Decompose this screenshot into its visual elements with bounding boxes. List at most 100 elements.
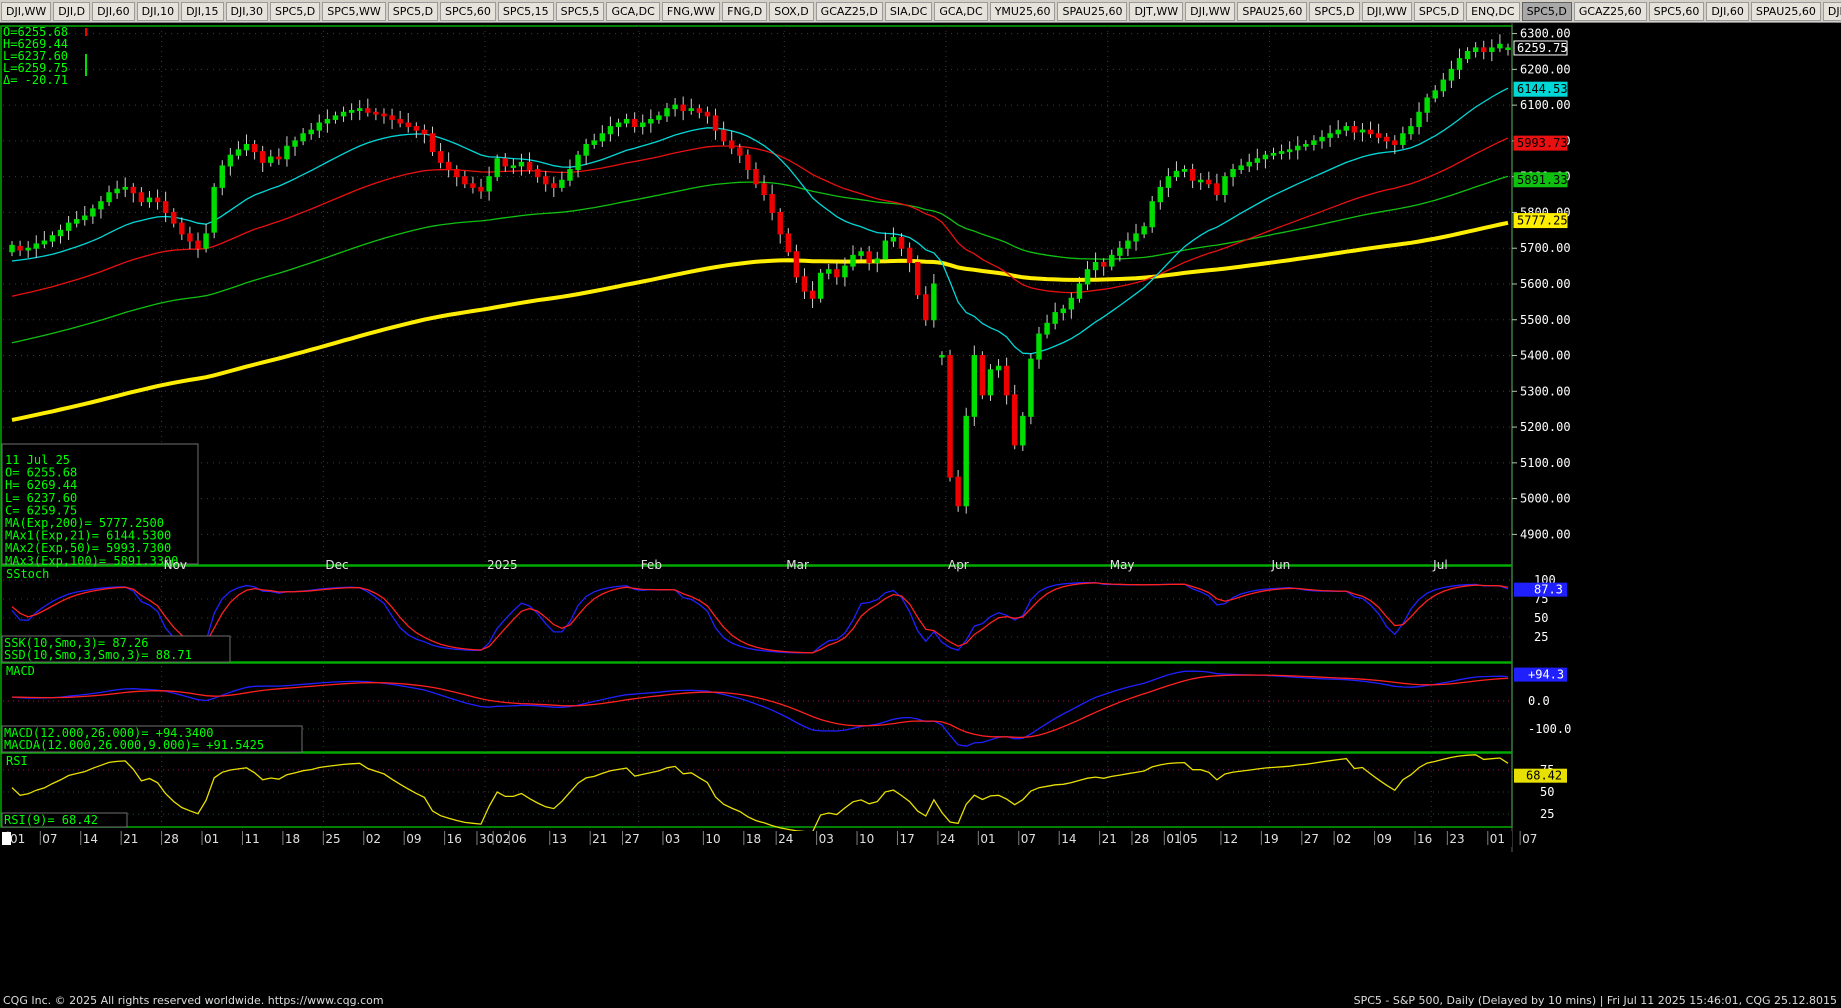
stoch-tick-label: 25 bbox=[1534, 630, 1548, 644]
candle-down bbox=[130, 186, 137, 194]
candle-down bbox=[551, 183, 557, 188]
chart-tab[interactable]: SPAU25,60 bbox=[1057, 1, 1128, 21]
candle-down bbox=[179, 222, 185, 235]
candle-up bbox=[1173, 170, 1180, 178]
chart-tab[interactable]: SPAU25,60 bbox=[1750, 1, 1821, 21]
chart-tab[interactable]: YMU25,60 bbox=[989, 1, 1056, 21]
chart-tab[interactable]: DJI,WW bbox=[1361, 1, 1412, 21]
chart-tab[interactable]: SPC5,D bbox=[1309, 1, 1360, 21]
macd-tick-label: -100.0 bbox=[1528, 722, 1571, 736]
candle-up bbox=[122, 186, 128, 190]
chart-tab[interactable]: DJI,WW bbox=[1185, 1, 1236, 21]
chart-tab[interactable]: DJI,60 bbox=[1706, 1, 1749, 21]
day-label: 14 bbox=[83, 832, 98, 846]
candle-up bbox=[1286, 149, 1293, 153]
candle-up bbox=[1295, 145, 1301, 151]
chart-tab[interactable]: DJI,10 bbox=[136, 1, 180, 21]
chart-tab[interactable]: SPC5,WW bbox=[322, 1, 386, 21]
candle-up bbox=[1036, 333, 1042, 360]
candle-up bbox=[114, 188, 120, 194]
chart-tab[interactable]: DJI,WW bbox=[1, 1, 52, 21]
chart-tab[interactable]: SPAU25,60 bbox=[1237, 1, 1308, 21]
price-tick-label: 5300.00 bbox=[1520, 384, 1571, 398]
chart-tab[interactable]: SOX,D bbox=[769, 1, 814, 21]
chart-tab[interactable]: SPC5,60 bbox=[440, 1, 496, 21]
symbol-status-text: SPC5 - S&P 500, Daily (Delayed by 10 min… bbox=[1353, 994, 1837, 1007]
candle-up bbox=[672, 104, 678, 110]
candle-down bbox=[720, 129, 727, 142]
candle-up bbox=[640, 122, 646, 128]
chart-tab[interactable]: DJI,MM bbox=[1822, 1, 1841, 21]
chart-tab[interactable]: GCA,DC bbox=[606, 1, 660, 21]
chart-tab[interactable]: DJI,60 bbox=[92, 1, 135, 21]
chart-tab[interactable]: SPC5,D bbox=[1521, 1, 1572, 21]
chart-tab[interactable]: DJI,D bbox=[53, 1, 91, 21]
candle-up bbox=[1254, 158, 1261, 163]
candle-up bbox=[235, 149, 242, 156]
price-badge-label: 5777.25 bbox=[1517, 214, 1568, 228]
candle-up bbox=[1278, 151, 1285, 154]
candle-up bbox=[518, 161, 525, 167]
candle-up bbox=[1440, 79, 1447, 92]
candle-down bbox=[1375, 133, 1382, 138]
candle-down bbox=[1189, 169, 1196, 181]
month-label: Dec bbox=[325, 558, 348, 572]
candle-up bbox=[1157, 186, 1164, 203]
candle-down bbox=[680, 104, 686, 111]
day-label: 10 bbox=[705, 832, 720, 846]
candle-down bbox=[704, 111, 711, 117]
chart-tab[interactable]: SIA,DC bbox=[884, 1, 933, 21]
chart-tab[interactable]: GCA,DC bbox=[934, 1, 988, 21]
chart-tab[interactable]: ENQ,DC bbox=[1466, 1, 1520, 21]
candle-up bbox=[82, 215, 88, 221]
price-tick-label: 5500.00 bbox=[1520, 313, 1571, 327]
candle-down bbox=[454, 169, 460, 178]
candle-up bbox=[9, 244, 15, 253]
chart-tab[interactable]: SPC5,15 bbox=[497, 1, 554, 21]
chart-tab[interactable]: SPC5,D bbox=[387, 1, 439, 21]
chart-tab[interactable]: FNG,D bbox=[722, 1, 768, 21]
chart-tab[interactable]: FNG,WW bbox=[661, 1, 721, 21]
candle-up bbox=[1125, 240, 1131, 249]
candle-down bbox=[397, 118, 403, 124]
candle-up bbox=[850, 254, 856, 267]
candle-up bbox=[1327, 133, 1333, 138]
candle-up bbox=[219, 165, 225, 188]
candle-down bbox=[979, 355, 986, 396]
chart-area[interactable]: 6300.006200.006100.006000.005900.005800.… bbox=[0, 22, 1841, 994]
candle-up bbox=[882, 240, 889, 260]
candle-up bbox=[648, 118, 654, 124]
price-badge-label: 6144.53 bbox=[1517, 82, 1568, 96]
day-label: 01 bbox=[1490, 832, 1505, 846]
month-label: Feb bbox=[641, 558, 662, 572]
chart-tab[interactable]: SPC5,5 bbox=[555, 1, 605, 21]
candle-down bbox=[195, 240, 201, 249]
day-label: 09 bbox=[1377, 832, 1392, 846]
chart-tab[interactable]: SPC5,D bbox=[1413, 1, 1465, 21]
day-label: 24 bbox=[940, 832, 955, 846]
chart-tab[interactable]: GCAZ25,60 bbox=[1573, 1, 1647, 21]
candle-down bbox=[534, 169, 541, 178]
chart-tab[interactable]: SPC5,D bbox=[269, 1, 321, 21]
candle-up bbox=[1400, 133, 1406, 145]
candle-down bbox=[631, 118, 638, 128]
chart-tab[interactable]: GCAZ25,D bbox=[815, 1, 883, 21]
candle-up bbox=[292, 140, 298, 147]
chart-tab[interactable]: DJI,30 bbox=[225, 1, 268, 21]
chart-tab[interactable]: SPC5,60 bbox=[1648, 1, 1705, 21]
scroll-handle[interactable] bbox=[2, 832, 11, 845]
candle-down bbox=[745, 154, 751, 171]
candle-up bbox=[591, 140, 597, 145]
readout-range-marker bbox=[85, 54, 87, 76]
candle-up bbox=[1068, 297, 1075, 310]
chart-tab[interactable]: DJT,WW bbox=[1129, 1, 1184, 21]
day-label: 17 bbox=[899, 832, 914, 846]
day-label: 02 bbox=[1336, 832, 1351, 846]
chart-tab[interactable]: DJI,15 bbox=[181, 1, 224, 21]
candle-down bbox=[947, 355, 953, 478]
candle-down bbox=[1481, 47, 1487, 52]
price-badge-label: 5891.33 bbox=[1517, 173, 1568, 187]
candle-up bbox=[607, 126, 614, 135]
candle-up bbox=[73, 219, 80, 224]
candle-up bbox=[57, 229, 64, 237]
